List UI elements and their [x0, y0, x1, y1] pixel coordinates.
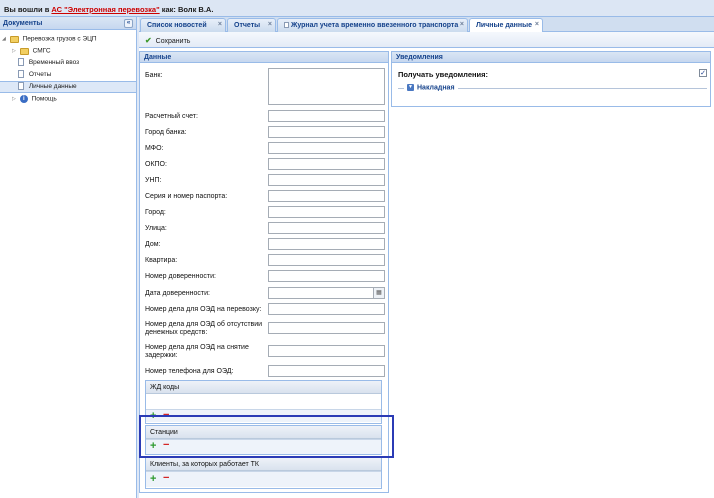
document-icon: [18, 70, 24, 79]
okpo-field[interactable]: [268, 158, 385, 170]
info-icon: i: [19, 95, 28, 103]
apartment-field[interactable]: [268, 254, 385, 266]
street-field[interactable]: [268, 222, 385, 234]
document-icon: [18, 58, 24, 67]
expand-arrow-icon[interactable]: ▷: [12, 93, 18, 105]
okpo-label: ОКПО:: [145, 161, 167, 168]
tab-label: Отчеты: [234, 22, 261, 29]
tab-personal-data[interactable]: Личные данные ×: [469, 18, 543, 33]
calendar-icon[interactable]: ▦: [374, 287, 385, 299]
case-no-funds-label: Номер дела для ОЭД об отсутствии денежны…: [145, 321, 263, 336]
expand-arrow-icon[interactable]: ▷: [12, 45, 18, 57]
sidebar-item-label: СМГС: [32, 47, 51, 55]
sidebar-item-personal-data[interactable]: Личные данные: [0, 81, 136, 93]
phone-label: Номер телефона для ОЭД:: [145, 368, 234, 375]
check-icon: ✔: [145, 36, 152, 45]
grid-header: Клиенты, за которых работает ТК: [146, 458, 381, 471]
case-no-funds-field[interactable]: [268, 322, 385, 334]
sidebar-item-reports[interactable]: Отчеты: [0, 69, 136, 81]
clients-toolbar: [146, 471, 381, 487]
waybill-group-label: Накладная: [417, 84, 455, 92]
system-link[interactable]: АС "Электронная перевозка": [51, 5, 159, 14]
close-tab-icon[interactable]: ×: [218, 21, 222, 28]
sidebar-item-label: Временный ввоз: [28, 59, 80, 66]
tab-temporary-import-journal[interactable]: Журнал учета временно ввезенного транспо…: [277, 18, 468, 32]
save-button[interactable]: ✔ Сохранить: [142, 34, 193, 46]
collapse-sidebar-button[interactable]: «: [124, 19, 133, 28]
close-tab-icon[interactable]: ×: [460, 21, 464, 28]
save-label: Сохранить: [155, 38, 191, 45]
receive-notifications-label: Получать уведомления:: [398, 70, 489, 79]
tab-label: Личные данные: [476, 22, 532, 29]
grid-header: ЖД коды: [146, 381, 381, 394]
data-panel-header: Данные: [140, 52, 388, 63]
sidebar-item-smgs[interactable]: ▷ СМГС: [0, 45, 136, 57]
phone-field[interactable]: [268, 365, 385, 377]
folder-icon: [19, 47, 29, 55]
sidebar-header: Документы «: [0, 17, 136, 30]
proxy-date-label: Дата доверенности:: [145, 290, 210, 297]
city-field[interactable]: [268, 206, 385, 218]
proxy-number-label: Номер доверенности:: [145, 273, 216, 280]
remove-client-icon[interactable]: −: [163, 473, 169, 484]
waybill-group-toggle[interactable]: ▼ Накладная: [404, 84, 458, 92]
case-transport-field[interactable]: [268, 303, 385, 315]
sidebar-item-label: Отчеты: [28, 71, 52, 78]
bank-city-field[interactable]: [268, 126, 385, 138]
mfo-label: МФО:: [145, 145, 164, 152]
tab-news-list[interactable]: Список новостей ×: [140, 18, 226, 32]
login-status-bar: Вы вошли в АС "Электронная перевозка" ка…: [0, 0, 714, 17]
collapse-arrow-icon[interactable]: ◢: [2, 33, 8, 45]
passport-field[interactable]: [268, 190, 385, 202]
case-transport-label: Номер дела для ОЭД на перевозку:: [145, 306, 262, 313]
tab-strip: Список новостей × Отчеты × Журнал учета …: [139, 17, 714, 33]
add-client-icon[interactable]: +: [150, 474, 156, 485]
toolbar: ✔ Сохранить: [139, 32, 714, 48]
close-tab-icon[interactable]: ×: [268, 21, 272, 28]
sidebar-item-temporary-import[interactable]: Временный ввоз: [0, 57, 136, 69]
sidebar-item-label: Личные данные: [28, 83, 77, 90]
sidebar-item-cargo-transport[interactable]: ◢ Перевозка грузов с ЭЦП: [0, 33, 136, 45]
bank-city-label: Город банка:: [145, 129, 187, 136]
house-field[interactable]: [268, 238, 385, 250]
chevron-down-icon: ▼: [407, 84, 414, 91]
passport-label: Серия и номер паспорта:: [145, 193, 228, 200]
unp-label: УНП:: [145, 177, 162, 184]
tab-label: Журнал учета временно ввезенного транспо…: [291, 22, 459, 29]
tab-label: Список новостей: [147, 22, 207, 29]
stations-highlight-frame: [139, 415, 394, 458]
account-label: Расчетный счет:: [145, 113, 198, 120]
proxy-number-field[interactable]: [268, 270, 385, 282]
proxy-date-field[interactable]: [268, 287, 374, 299]
login-prefix: Вы вошли в: [4, 5, 50, 14]
receive-notifications-checkbox[interactable]: ✓: [699, 69, 707, 77]
account-field[interactable]: [268, 110, 385, 122]
notifications-header: Уведомления: [392, 52, 710, 63]
city-label: Город:: [145, 209, 166, 216]
mfo-field[interactable]: [268, 142, 385, 154]
clients-grid: Клиенты, за которых работает ТК: [145, 457, 382, 489]
sidebar-title: Документы: [3, 20, 43, 27]
bank-label: Банк:: [145, 72, 163, 79]
tab-reports[interactable]: Отчеты ×: [227, 18, 276, 32]
login-user: как: Волк В.А.: [161, 5, 214, 14]
close-tab-icon[interactable]: ×: [535, 21, 539, 28]
sidebar-item-label: Перевозка грузов с ЭЦП: [22, 35, 97, 43]
notifications-panel: Уведомления Получать уведомления: ✓ ▼ Нак…: [391, 51, 711, 107]
sidebar-item-label: Помощь: [31, 95, 57, 103]
street-label: Улица:: [145, 225, 167, 232]
case-delay-field[interactable]: [268, 345, 385, 357]
document-icon: [284, 22, 289, 29]
case-delay-label: Номер дела для ОЭД на снятие задержки:: [145, 344, 249, 359]
sidebar-item-help[interactable]: ▷ i Помощь: [0, 93, 136, 105]
folder-icon: [9, 35, 19, 43]
unp-field[interactable]: [268, 174, 385, 186]
documents-sidebar: Документы « ◢ Перевозка грузов с ЭЦП ▷ С…: [0, 17, 137, 498]
apartment-label: Квартира:: [145, 257, 178, 264]
document-icon: [18, 82, 24, 91]
bank-field[interactable]: [268, 68, 385, 105]
house-label: Дом:: [145, 241, 161, 248]
